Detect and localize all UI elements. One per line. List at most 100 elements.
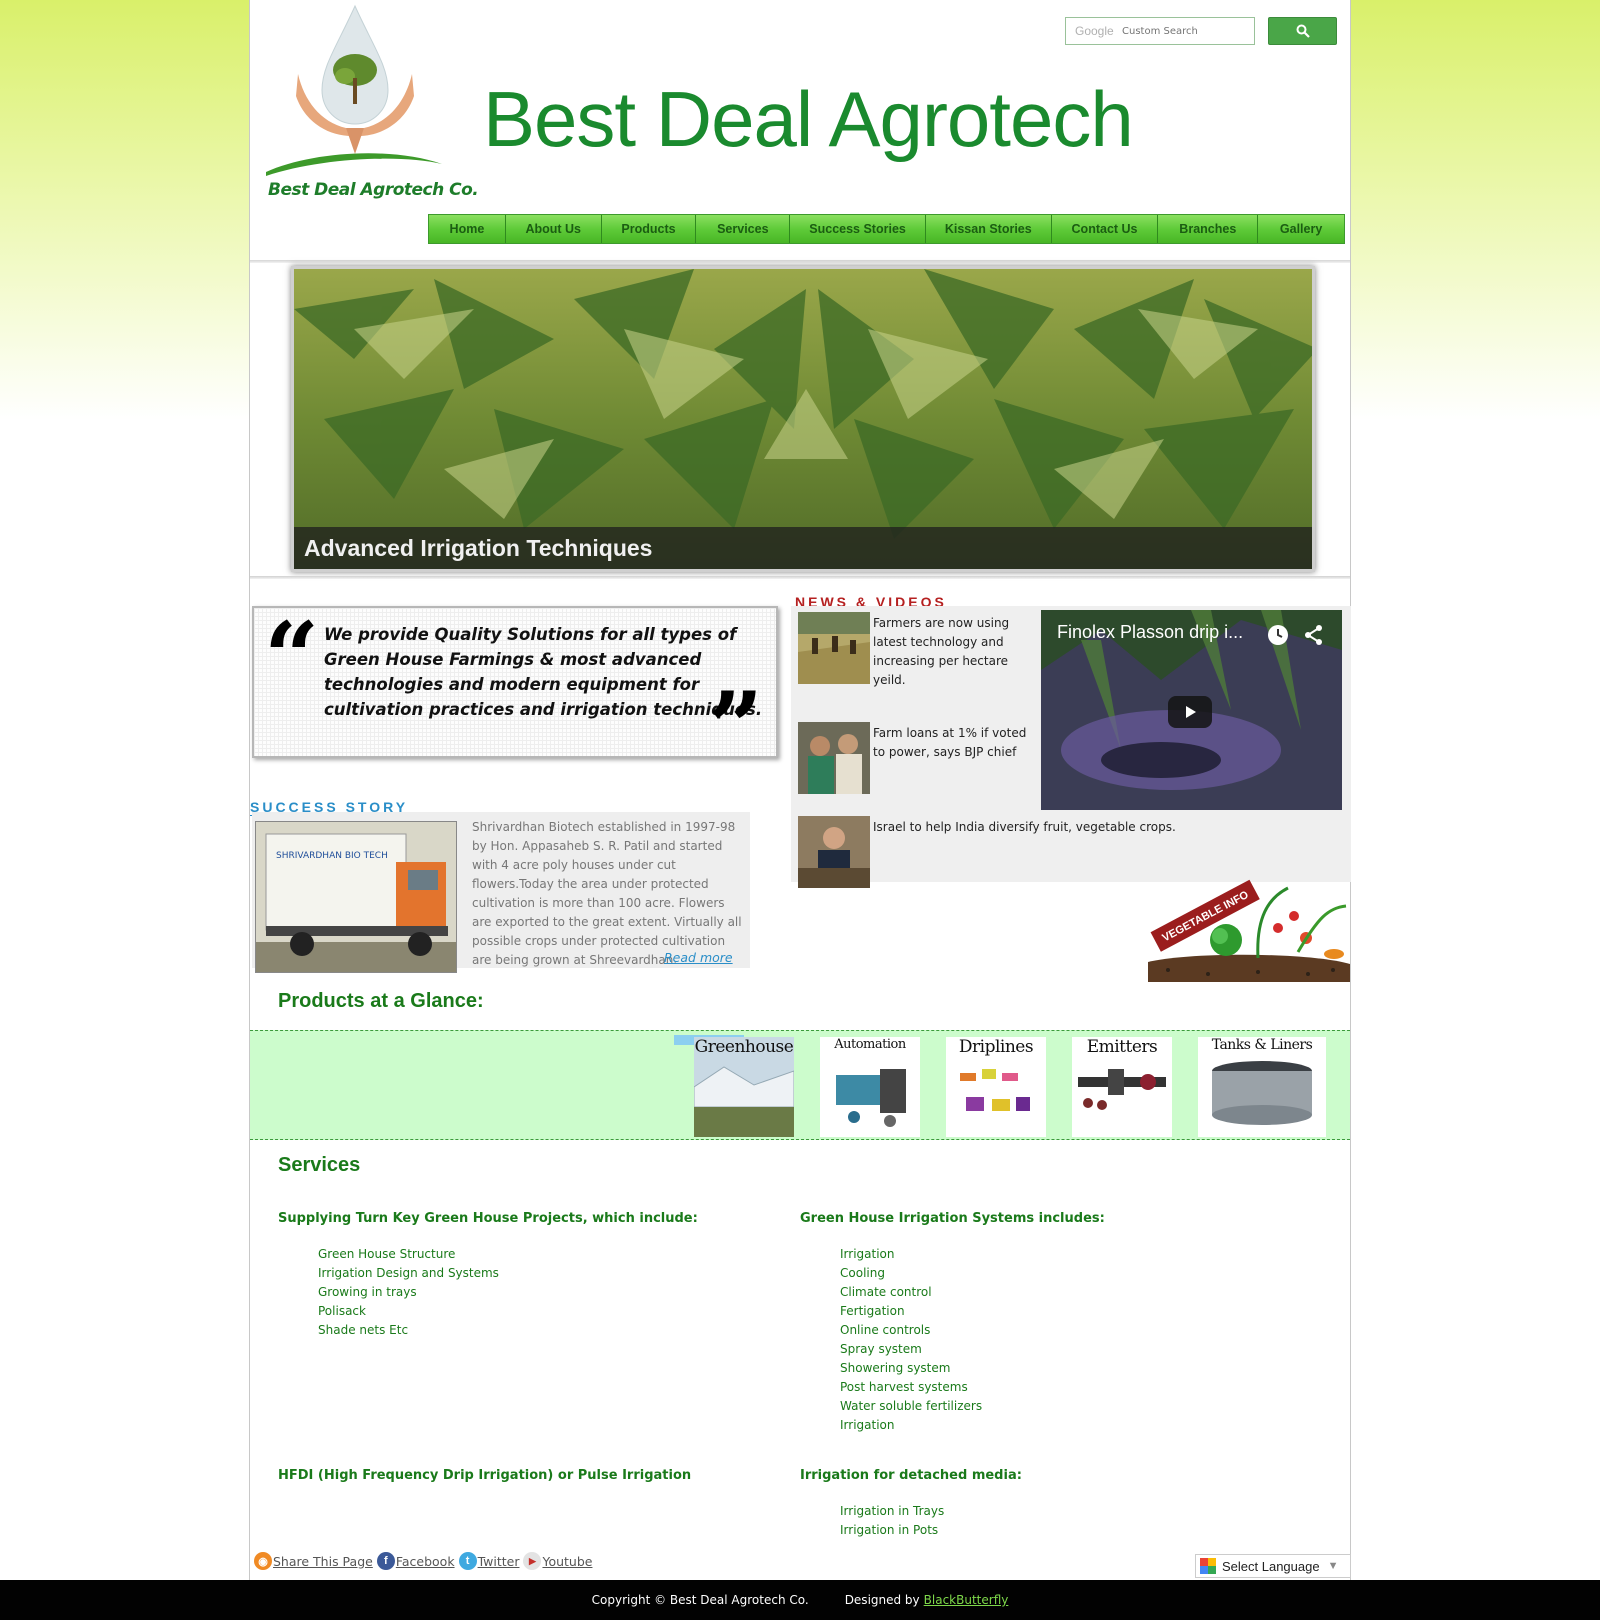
facebook-link[interactable]: f Facebook [376,1552,455,1570]
service-item: Climate control [840,1285,932,1299]
language-select[interactable]: Select Language ▼ [1195,1554,1351,1578]
service-item: Irrigation Design and Systems [318,1266,499,1280]
service-item: Showering system [840,1361,951,1375]
vegetable-info-image: VEGETABLE INFO [1148,879,1350,982]
farm-thumb [798,612,870,684]
twitter-icon: t [458,1552,477,1570]
google-translate-icon [1200,1558,1216,1574]
play-button[interactable] [1168,696,1212,728]
news-panel: Farmers are now using latest technology … [791,606,1351,888]
service-item: Growing in trays [318,1285,417,1299]
news-text: Farmers are now using latest technology … [873,616,1010,687]
products-marquee: Greenhouse Automation Driplines Emitters [250,1030,1350,1140]
success-story-image: SHRIVARDHAN BIO TECH [255,821,457,973]
product-label: Driplines [958,1037,1034,1057]
product-tanks-liners[interactable]: Tanks & Liners [1198,1037,1326,1137]
designed-by-text: Designed by [844,1593,920,1607]
youtube-link[interactable]: ▶ Youtube [523,1552,592,1570]
service-item: Irrigation [840,1247,895,1261]
facebook-icon: f [376,1552,395,1570]
truck-label: SHRIVARDHAN BIO TECH [276,851,388,861]
product-greenhouse[interactable]: Greenhouse [694,1037,794,1137]
services-col2-heading: Green House Irrigation Systems includes: [800,1211,1105,1226]
search-icon [1296,24,1310,38]
services-col1-list: Green House Structure Irrigation Design … [318,1245,499,1340]
quote-text: We provide Quality Solutions for all typ… [324,625,763,719]
news-thumbnail [798,722,870,794]
twitter-link[interactable]: t Twitter [458,1552,520,1570]
search-button[interactable] [1268,17,1337,45]
banner-divider [250,576,1350,579]
news-text: Israel to help India diversify fruit, ve… [873,820,1176,834]
product-label: Automation [834,1037,906,1052]
youtube-icon: ▶ [523,1552,542,1570]
footer: Copyright © Best Deal Agrotech Co. Desig… [0,1580,1600,1620]
page-container: Best Deal Agrotech Co. Best Deal Agrotec… [249,0,1351,1580]
designer-link[interactable]: BlackButterfly [924,1593,1009,1607]
play-icon [1186,706,1196,718]
product-driplines[interactable]: Driplines [946,1037,1046,1137]
site-title: Best Deal Agrotech [483,75,1134,163]
nav-kissan-stories[interactable]: Kissan Stories [925,215,1052,243]
read-more-link[interactable]: Read more [664,950,733,965]
service-item: Online controls [840,1323,931,1337]
news-thumbnail [798,816,870,888]
product-emitters[interactable]: Emitters [1072,1037,1172,1137]
service-item: Polisack [318,1304,366,1318]
open-quote-icon: “ [264,601,320,714]
meeting-thumb [798,816,870,888]
language-label: Select Language [1222,1558,1320,1574]
truck-image: SHRIVARDHAN BIO TECH [256,822,456,972]
nav-about-us[interactable]: About Us [505,215,602,243]
product-image [820,1037,920,1137]
copyright-text: Copyright © Best Deal Agrotech Co. [591,1593,809,1607]
nav-branches[interactable]: Branches [1158,215,1259,243]
services-col4-heading: Irrigation for detached media: [800,1468,1022,1483]
news-thumbnail [798,612,870,684]
service-item: Spray system [840,1342,922,1356]
service-item: Water soluble fertilizers [840,1399,983,1413]
services-col2-list: Irrigation Cooling Climate control Ferti… [840,1245,982,1435]
rss-icon: ◉ [254,1552,272,1570]
nav-success-stories[interactable]: Success Stories [790,215,926,243]
banner-caption: Advanced Irrigation Techniques [294,527,1312,569]
nav-contact-us[interactable]: Contact Us [1051,215,1159,243]
product-label: Emitters [1086,1037,1158,1057]
service-item: Post harvest systems [840,1380,968,1394]
close-quote-icon: ” [708,671,764,784]
share-link[interactable]: ◉ Share This Page [254,1552,373,1570]
service-item: Irrigation in Pots [840,1523,939,1537]
product-label: Tanks & Liners [1211,1037,1313,1053]
header-divider [250,260,1350,263]
services-heading: Services [278,1154,361,1176]
nav-home[interactable]: Home [429,215,506,243]
nav-gallery[interactable]: Gallery [1258,215,1344,243]
service-item: Fertigation [840,1304,905,1318]
search-field[interactable]: Google [1065,17,1255,45]
youtube-label: Youtube [542,1553,593,1569]
product-automation[interactable]: Automation [820,1037,920,1137]
nav-products[interactable]: Products [601,215,697,243]
quote-box: “ We provide Quality Solutions for all t… [252,601,778,776]
service-item: Cooling [840,1266,885,1280]
success-story: SHRIVARDHAN BIO TECH Shrivardhan Biotech… [252,812,750,973]
service-item: Irrigation in Trays [840,1504,945,1518]
main-nav: Home About Us Products Services Success … [428,214,1345,244]
watch-later-icon[interactable] [1267,624,1289,646]
video-title: Finolex Plasson drip i... [1057,622,1244,642]
google-brand: Google [1075,24,1114,38]
facebook-label: Facebook [395,1553,455,1569]
video-player[interactable]: Finolex Plasson drip i... [1041,610,1342,810]
twitter-label: Twitter [477,1553,520,1569]
services-col3-heading: HFDI (High Frequency Drip Irrigation) or… [278,1468,692,1483]
services-col4-list: Irrigation in Trays Irrigation in Pots [840,1502,944,1540]
services-col1-heading: Supplying Turn Key Green House Projects,… [278,1211,698,1226]
nav-services[interactable]: Services [696,215,791,243]
banner-slider[interactable]: Advanced Irrigation Techniques [291,266,1315,572]
share-icon[interactable] [1303,624,1325,646]
vegetable-info-link[interactable]: VEGETABLE INFO [1148,878,1350,982]
service-item: Shade nets Etc [318,1323,409,1337]
chevron-down-icon: ▼ [1327,1560,1339,1572]
product-label: Greenhouse [694,1037,794,1057]
site-logo[interactable]: Best Deal Agrotech Co. [260,4,479,204]
